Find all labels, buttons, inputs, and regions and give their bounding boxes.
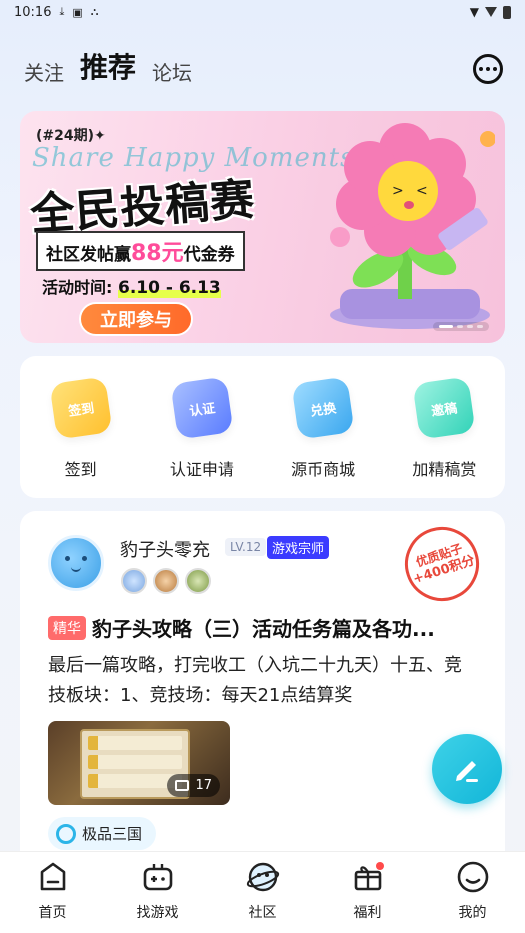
post-image[interactable]: 17 — [48, 721, 230, 805]
post-card[interactable]: 豹子头零充 LV.12 游戏宗师 优质贴子 +400积分 精华 豹子头攻略（三）… — [20, 511, 505, 861]
nav-home[interactable]: 首页 — [13, 860, 93, 933]
banner-time: 活动时间: 6.10 - 6.13 — [42, 274, 221, 298]
flower-illustration: > < — [330, 123, 495, 329]
nav-find-games[interactable]: 找游戏 — [118, 860, 198, 933]
banner-pager — [433, 322, 489, 331]
medal-jade-icon — [185, 568, 211, 594]
pencil-icon — [456, 761, 478, 782]
image-icon — [175, 780, 190, 791]
nav-label: 福利 — [353, 905, 382, 921]
compose-button[interactable] — [432, 734, 502, 804]
medal-diamond-icon — [121, 568, 147, 594]
quick-action-label: 认证申请 — [169, 460, 234, 479]
exchange-icon: 兑换 — [291, 376, 355, 440]
post-excerpt[interactable]: 最后一篇攻略，打完收工（入坑二十九天）十五、竞技板块：1、竞技场：每天21点结算… — [48, 651, 479, 711]
post-title-row[interactable]: 精华 豹子头攻略（三）活动任务篇及各功... — [48, 613, 477, 642]
nav-label: 找游戏 — [136, 905, 179, 921]
user-title-badge: 游戏宗师 — [267, 536, 330, 559]
quick-actions-card: 签到 签到 认证 认证申请 兑换 源币商城 邀稿 加精稿赏 — [20, 356, 505, 498]
gamepad-icon — [143, 864, 172, 891]
event-banner[interactable]: (#24期)✦ Share Happy Moments 全民投稿赛 社区发帖赢8… — [20, 111, 505, 343]
bottom-nav: 首页 找游戏 社区 福利 我的 — [0, 851, 525, 933]
quick-action-verify[interactable]: 认证 认证申请 — [147, 376, 257, 498]
app-a-icon: ▣ — [72, 5, 83, 19]
quick-action-reward[interactable]: 邀稿 加精稿赏 — [389, 376, 499, 498]
svg-text:>: > — [392, 183, 404, 199]
quick-action-label: 签到 — [64, 460, 97, 479]
featured-tag: 精华 — [48, 615, 86, 640]
banner-subtitle-post: 代金券 — [183, 245, 235, 265]
banner-time-label: 活动时间: — [42, 278, 113, 297]
status-time: 10:16 — [14, 4, 52, 20]
banner-subtitle-pre: 社区发帖赢 — [46, 245, 131, 265]
post-title[interactable]: 豹子头攻略（三）活动任务篇及各功... — [92, 613, 435, 642]
top-tabs: 关注 推荐 论坛 — [24, 46, 192, 88]
nav-community[interactable]: 社区 — [223, 860, 303, 933]
invite-icon: 邀稿 — [412, 376, 476, 440]
tab-forum[interactable]: 论坛 — [152, 57, 192, 88]
gift-icon — [354, 862, 384, 891]
profile-smile-icon — [457, 861, 488, 893]
join-now-button[interactable]: 立即参与 — [79, 302, 193, 336]
quick-action-checkin[interactable]: 签到 签到 — [26, 376, 136, 498]
nav-label: 首页 — [38, 905, 67, 921]
quick-action-store[interactable]: 兑换 源币商城 — [268, 376, 378, 498]
quick-action-label: 源币商城 — [291, 460, 356, 479]
tab-recommended[interactable]: 推荐 — [80, 46, 136, 88]
topic-icon — [56, 823, 76, 844]
nav-label: 我的 — [458, 905, 487, 921]
quality-post-stamp: 优质贴子 +400积分 — [395, 517, 489, 611]
user-level-badge: LV.12 — [225, 538, 267, 556]
nav-label: 社区 — [248, 905, 277, 921]
signal-icon — [485, 7, 497, 17]
topic-chip[interactable]: 极品三国 — [48, 817, 157, 850]
image-count: 17 — [195, 778, 212, 793]
image-count-badge: 17 — [167, 774, 220, 797]
banner-time-range: 6.10 - 6.13 — [117, 278, 221, 298]
download-icon: ⤓ — [59, 5, 65, 18]
user-medals — [121, 568, 211, 594]
nav-welfare[interactable]: 福利 — [328, 860, 408, 933]
message-icon[interactable] — [473, 54, 503, 84]
post-username[interactable]: 豹子头零充 — [120, 536, 210, 562]
status-bar: 10:16 ⤓ ▣ ⛬ ▼ — [0, 0, 525, 24]
notification-icon: ⛬ — [90, 5, 99, 18]
quick-action-label: 加精稿赏 — [412, 460, 477, 479]
banner-subtitle-amount: 88元 — [131, 241, 184, 266]
home-icon — [40, 862, 65, 891]
tab-following[interactable]: 关注 — [24, 57, 64, 88]
battery-icon — [503, 5, 511, 19]
medal-bronze-icon — [153, 568, 179, 594]
planet-icon — [246, 862, 279, 892]
svg-text:<: < — [416, 183, 428, 199]
nav-me[interactable]: 我的 — [433, 860, 513, 933]
verify-icon: 认证 — [170, 376, 234, 440]
banner-issue: (#24期)✦ — [36, 128, 106, 144]
banner-subtitle: 社区发帖赢88元代金券 — [36, 231, 245, 271]
wifi-icon: ▼ — [469, 5, 479, 19]
avatar[interactable] — [48, 535, 104, 591]
checkin-icon: 签到 — [49, 376, 113, 440]
topic-label: 极品三国 — [82, 825, 143, 843]
